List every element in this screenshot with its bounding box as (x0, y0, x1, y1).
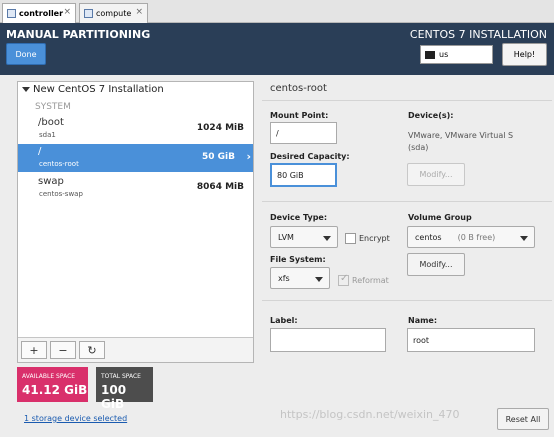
partition-root[interactable]: / centos-root 50 GiB › (18, 144, 253, 172)
tab-controller[interactable]: controller × (2, 3, 76, 23)
partition-tree: New CentOS 7 Installation SYSTEM /boot s… (17, 81, 254, 363)
volume-group-value: centos (415, 232, 442, 242)
expand-arrow-icon[interactable] (22, 86, 30, 92)
detail-title: centos-root (270, 83, 327, 94)
chevron-right-icon: › (246, 150, 251, 163)
encrypt-checkbox[interactable] (345, 233, 356, 244)
header-bar: MANUAL PARTITIONING CENTOS 7 INSTALLATIO… (0, 23, 554, 75)
reset-all-button[interactable]: Reset All (497, 408, 549, 430)
devices-label: Device(s): (408, 111, 454, 120)
partition-name: /boot (38, 117, 64, 128)
mount-point-input[interactable]: / (270, 122, 337, 144)
desired-capacity-label: Desired Capacity: (270, 152, 350, 161)
devices-value-sub: (sda) (408, 143, 429, 152)
vm-icon (7, 9, 16, 18)
partition-device: sda1 (39, 131, 56, 139)
partition-size: 8064 MiB (196, 182, 244, 192)
partition-size: 1024 MiB (196, 123, 244, 133)
refresh-button[interactable]: ↻ (79, 341, 105, 359)
partition-swap[interactable]: swap centos-swap 8064 MiB (18, 174, 253, 202)
device-type-value: LVM (278, 232, 294, 242)
device-type-select[interactable]: LVM (270, 226, 338, 248)
desired-capacity-input[interactable]: 80 GiB (270, 163, 337, 187)
reformat-checkbox[interactable]: ✓ (338, 273, 349, 286)
available-space-box: AVAILABLE SPACE 41.12 GiB (17, 367, 88, 402)
total-space-label: TOTAL SPACE (101, 373, 141, 380)
keyboard-layout-indicator[interactable]: us (420, 45, 493, 64)
encrypt-label: Encrypt (359, 234, 390, 243)
reformat-label: Reformat (352, 276, 389, 285)
divider (262, 300, 552, 301)
device-type-label: Device Type: (270, 213, 328, 222)
available-space-label: AVAILABLE SPACE (22, 373, 76, 380)
total-space-box: TOTAL SPACE 100 GiB (96, 367, 153, 411)
total-space-value: 100 GiB (101, 383, 127, 411)
remove-partition-button[interactable]: − (50, 341, 76, 359)
checkmark-icon: ✓ (340, 273, 349, 284)
keyboard-layout-label: us (439, 50, 449, 59)
chevron-down-icon (315, 277, 323, 282)
divider (262, 201, 552, 202)
divider (262, 100, 552, 101)
volume-group-label: Volume Group (408, 213, 472, 222)
tab-compute[interactable]: compute × (79, 3, 148, 23)
modify-volume-group-button[interactable]: Modify... (407, 253, 465, 276)
installation-label: New CentOS 7 Installation (33, 84, 164, 95)
label-field-label: Label: (270, 316, 298, 325)
volume-group-select[interactable]: centos (0 B free) (407, 226, 535, 248)
add-partition-button[interactable]: + (21, 341, 47, 359)
available-space-value: 41.12 GiB (22, 383, 88, 397)
page-title: MANUAL PARTITIONING (6, 28, 151, 41)
chevron-down-icon (323, 236, 331, 241)
partition-name: swap (38, 176, 64, 187)
tab-bar: controller × compute × (0, 0, 554, 23)
devices-value: VMware, VMware Virtual S (408, 131, 514, 140)
vm-icon (84, 9, 93, 18)
partition-toolbar: + − ↻ (18, 337, 253, 362)
file-system-label: File System: (270, 255, 326, 264)
installation-header[interactable]: New CentOS 7 Installation (22, 84, 164, 95)
watermark: https://blog.csdn.net/weixin_470 (280, 408, 460, 421)
partition-boot[interactable]: /boot sda1 1024 MiB (18, 115, 253, 143)
done-button[interactable]: Done (6, 43, 46, 65)
tab-label: controller (19, 9, 64, 18)
tab-label: compute (96, 9, 132, 18)
partition-name: / (38, 146, 42, 157)
partition-device: centos-swap (39, 190, 83, 198)
chevron-down-icon (520, 236, 528, 241)
partition-size: 50 GiB (202, 152, 235, 162)
volume-group-free: (0 B free) (457, 232, 496, 242)
name-input[interactable]: root (407, 328, 535, 352)
file-system-value: xfs (278, 273, 290, 283)
installer-title: CENTOS 7 INSTALLATION (409, 28, 547, 41)
label-input[interactable] (270, 328, 386, 352)
storage-devices-link[interactable]: 1 storage device selected (24, 414, 127, 423)
system-group-label: SYSTEM (35, 102, 71, 112)
installer-window: controller × compute × MANUAL PARTITIONI… (0, 0, 554, 437)
partition-device: centos-root (39, 160, 79, 168)
modify-devices-button[interactable]: Modify... (407, 163, 465, 186)
mount-point-label: Mount Point: (270, 111, 329, 120)
file-system-select[interactable]: xfs (270, 267, 330, 289)
help-button[interactable]: Help! (502, 43, 547, 66)
close-icon[interactable]: × (135, 7, 143, 17)
keyboard-icon (425, 50, 435, 59)
name-field-label: Name: (408, 316, 438, 325)
close-icon[interactable]: × (63, 7, 71, 17)
